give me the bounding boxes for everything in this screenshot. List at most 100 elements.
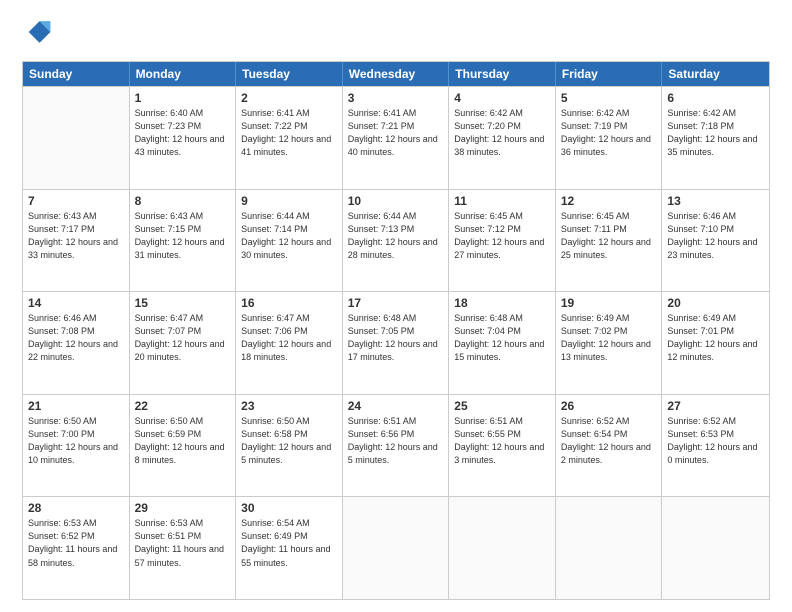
cell-info: Sunrise: 6:41 AM Sunset: 7:22 PM Dayligh… <box>241 107 337 159</box>
calendar-cell <box>556 497 663 599</box>
calendar-header-row: SundayMondayTuesdayWednesdayThursdayFrid… <box>23 62 769 86</box>
cell-date: 26 <box>561 399 657 413</box>
calendar-cell <box>23 87 130 189</box>
cell-date: 6 <box>667 91 764 105</box>
calendar-cell: 4 Sunrise: 6:42 AM Sunset: 7:20 PM Daylig… <box>449 87 556 189</box>
cell-info: Sunrise: 6:50 AM Sunset: 6:58 PM Dayligh… <box>241 415 337 467</box>
cell-info: Sunrise: 6:47 AM Sunset: 7:07 PM Dayligh… <box>135 312 231 364</box>
calendar-day-header: Friday <box>556 62 663 86</box>
cell-date: 16 <box>241 296 337 310</box>
calendar-day-header: Thursday <box>449 62 556 86</box>
cell-date: 21 <box>28 399 124 413</box>
cell-info: Sunrise: 6:40 AM Sunset: 7:23 PM Dayligh… <box>135 107 231 159</box>
cell-info: Sunrise: 6:53 AM Sunset: 6:51 PM Dayligh… <box>135 517 231 569</box>
calendar-cell: 21 Sunrise: 6:50 AM Sunset: 7:00 PM Dayli… <box>23 395 130 497</box>
calendar-week-row: 21 Sunrise: 6:50 AM Sunset: 7:00 PM Dayli… <box>23 394 769 497</box>
calendar-cell: 6 Sunrise: 6:42 AM Sunset: 7:18 PM Daylig… <box>662 87 769 189</box>
page-header <box>22 18 770 51</box>
cell-info: Sunrise: 6:52 AM Sunset: 6:53 PM Dayligh… <box>667 415 764 467</box>
cell-date: 11 <box>454 194 550 208</box>
cell-info: Sunrise: 6:50 AM Sunset: 6:59 PM Dayligh… <box>135 415 231 467</box>
calendar-day-header: Wednesday <box>343 62 450 86</box>
calendar-cell: 28 Sunrise: 6:53 AM Sunset: 6:52 PM Dayli… <box>23 497 130 599</box>
cell-info: Sunrise: 6:42 AM Sunset: 7:20 PM Dayligh… <box>454 107 550 159</box>
logo-icon <box>24 18 52 46</box>
cell-date: 30 <box>241 501 337 515</box>
calendar-cell: 27 Sunrise: 6:52 AM Sunset: 6:53 PM Dayli… <box>662 395 769 497</box>
cell-date: 5 <box>561 91 657 105</box>
cell-info: Sunrise: 6:47 AM Sunset: 7:06 PM Dayligh… <box>241 312 337 364</box>
cell-info: Sunrise: 6:54 AM Sunset: 6:49 PM Dayligh… <box>241 517 337 569</box>
calendar-cell: 24Sunrise: 6:51 AM Sunset: 6:56 PM Dayli… <box>343 395 450 497</box>
cell-info: Sunrise: 6:48 AM Sunset: 7:04 PM Dayligh… <box>454 312 550 364</box>
calendar-cell: 30 Sunrise: 6:54 AM Sunset: 6:49 PM Dayli… <box>236 497 343 599</box>
calendar-cell: 26 Sunrise: 6:52 AM Sunset: 6:54 PM Dayli… <box>556 395 663 497</box>
calendar-cell: 1 Sunrise: 6:40 AM Sunset: 7:23 PM Daylig… <box>130 87 237 189</box>
calendar-cell: 14Sunrise: 6:46 AM Sunset: 7:08 PM Dayli… <box>23 292 130 394</box>
calendar-cell <box>662 497 769 599</box>
calendar-week-row: 1 Sunrise: 6:40 AM Sunset: 7:23 PM Daylig… <box>23 86 769 189</box>
calendar-cell: 23 Sunrise: 6:50 AM Sunset: 6:58 PM Dayli… <box>236 395 343 497</box>
calendar-cell: 17 Sunrise: 6:48 AM Sunset: 7:05 PM Dayli… <box>343 292 450 394</box>
cell-info: Sunrise: 6:44 AM Sunset: 7:14 PM Dayligh… <box>241 210 337 262</box>
cell-date: 24 <box>348 399 444 413</box>
cell-date: 1 <box>135 91 231 105</box>
calendar-cell: 15 Sunrise: 6:47 AM Sunset: 7:07 PM Dayli… <box>130 292 237 394</box>
calendar-cell: 13Sunrise: 6:46 AM Sunset: 7:10 PM Dayli… <box>662 190 769 292</box>
cell-date: 14 <box>28 296 124 310</box>
cell-info: Sunrise: 6:50 AM Sunset: 7:00 PM Dayligh… <box>28 415 124 467</box>
cell-date: 2 <box>241 91 337 105</box>
calendar-day-header: Tuesday <box>236 62 343 86</box>
cell-date: 25 <box>454 399 550 413</box>
calendar: SundayMondayTuesdayWednesdayThursdayFrid… <box>22 61 770 600</box>
calendar-cell: 9 Sunrise: 6:44 AM Sunset: 7:14 PM Daylig… <box>236 190 343 292</box>
cell-date: 9 <box>241 194 337 208</box>
calendar-cell: 16 Sunrise: 6:47 AM Sunset: 7:06 PM Dayli… <box>236 292 343 394</box>
calendar-cell: 25 Sunrise: 6:51 AM Sunset: 6:55 PM Dayli… <box>449 395 556 497</box>
cell-date: 4 <box>454 91 550 105</box>
calendar-cell: 10 Sunrise: 6:44 AM Sunset: 7:13 PM Dayli… <box>343 190 450 292</box>
calendar-cell: 19 Sunrise: 6:49 AM Sunset: 7:02 PM Dayli… <box>556 292 663 394</box>
calendar-cell: 7Sunrise: 6:43 AM Sunset: 7:17 PM Daylig… <box>23 190 130 292</box>
cell-info: Sunrise: 6:46 AM Sunset: 7:10 PM Dayligh… <box>667 210 764 262</box>
calendar-body: 1 Sunrise: 6:40 AM Sunset: 7:23 PM Daylig… <box>23 86 769 599</box>
calendar-cell: 8Sunrise: 6:43 AM Sunset: 7:15 PM Daylig… <box>130 190 237 292</box>
cell-info: Sunrise: 6:52 AM Sunset: 6:54 PM Dayligh… <box>561 415 657 467</box>
cell-date: 20 <box>667 296 764 310</box>
cell-date: 18 <box>454 296 550 310</box>
calendar-cell: 11 Sunrise: 6:45 AM Sunset: 7:12 PM Dayli… <box>449 190 556 292</box>
calendar-cell: 5 Sunrise: 6:42 AM Sunset: 7:19 PM Daylig… <box>556 87 663 189</box>
calendar-day-header: Sunday <box>23 62 130 86</box>
cell-date: 17 <box>348 296 444 310</box>
cell-info: Sunrise: 6:43 AM Sunset: 7:17 PM Dayligh… <box>28 210 124 262</box>
cell-info: Sunrise: 6:44 AM Sunset: 7:13 PM Dayligh… <box>348 210 444 262</box>
cell-date: 29 <box>135 501 231 515</box>
cell-date: 3 <box>348 91 444 105</box>
calendar-cell <box>449 497 556 599</box>
cell-info: Sunrise: 6:45 AM Sunset: 7:11 PM Dayligh… <box>561 210 657 262</box>
cell-info: Sunrise: 6:53 AM Sunset: 6:52 PM Dayligh… <box>28 517 124 569</box>
cell-date: 12 <box>561 194 657 208</box>
cell-date: 23 <box>241 399 337 413</box>
cell-date: 10 <box>348 194 444 208</box>
cell-info: Sunrise: 6:42 AM Sunset: 7:18 PM Dayligh… <box>667 107 764 159</box>
calendar-cell: 22Sunrise: 6:50 AM Sunset: 6:59 PM Dayli… <box>130 395 237 497</box>
cell-info: Sunrise: 6:42 AM Sunset: 7:19 PM Dayligh… <box>561 107 657 159</box>
calendar-cell: 12 Sunrise: 6:45 AM Sunset: 7:11 PM Dayli… <box>556 190 663 292</box>
cell-info: Sunrise: 6:45 AM Sunset: 7:12 PM Dayligh… <box>454 210 550 262</box>
cell-date: 28 <box>28 501 124 515</box>
cell-date: 15 <box>135 296 231 310</box>
calendar-cell: 2 Sunrise: 6:41 AM Sunset: 7:22 PM Daylig… <box>236 87 343 189</box>
calendar-week-row: 28 Sunrise: 6:53 AM Sunset: 6:52 PM Dayli… <box>23 496 769 599</box>
calendar-week-row: 14Sunrise: 6:46 AM Sunset: 7:08 PM Dayli… <box>23 291 769 394</box>
cell-date: 27 <box>667 399 764 413</box>
calendar-day-header: Monday <box>130 62 237 86</box>
cell-info: Sunrise: 6:49 AM Sunset: 7:01 PM Dayligh… <box>667 312 764 364</box>
cell-date: 19 <box>561 296 657 310</box>
calendar-cell: 29 Sunrise: 6:53 AM Sunset: 6:51 PM Dayli… <box>130 497 237 599</box>
cell-info: Sunrise: 6:48 AM Sunset: 7:05 PM Dayligh… <box>348 312 444 364</box>
calendar-cell: 18 Sunrise: 6:48 AM Sunset: 7:04 PM Dayli… <box>449 292 556 394</box>
cell-info: Sunrise: 6:49 AM Sunset: 7:02 PM Dayligh… <box>561 312 657 364</box>
cell-info: Sunrise: 6:51 AM Sunset: 6:55 PM Dayligh… <box>454 415 550 467</box>
calendar-week-row: 7Sunrise: 6:43 AM Sunset: 7:17 PM Daylig… <box>23 189 769 292</box>
